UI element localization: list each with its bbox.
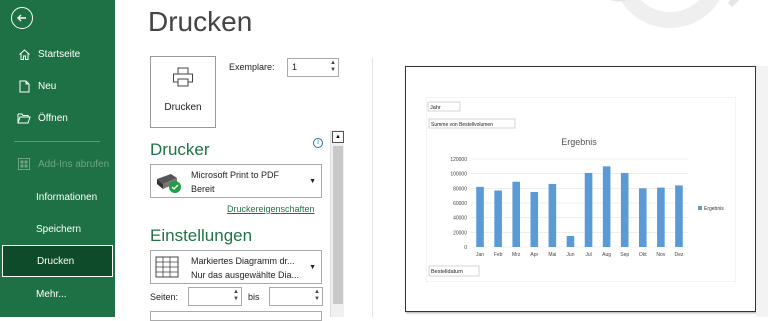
pages-label: Seiten:: [150, 292, 179, 302]
sidebar-item-oeffnen[interactable]: Öffnen: [0, 102, 115, 134]
y-tick-label: 80000: [453, 186, 467, 192]
sheet-grid-icon: [155, 256, 179, 278]
bar-aug: [602, 166, 611, 247]
sidebar-item-informationen[interactable]: Informationen: [0, 181, 115, 213]
value-field-button-label: Summe von Bestellvolumen: [431, 122, 493, 128]
sidebar-item-addins: Add-Ins abrufen: [0, 148, 115, 180]
pages-to-label: bis: [248, 292, 260, 302]
bar-okt: [638, 188, 647, 247]
new-document-icon: [16, 78, 32, 94]
settings-section-title: Einstellungen: [150, 226, 253, 245]
bar-mai: [548, 183, 557, 247]
bar-nov: [657, 187, 665, 247]
pages-to-input[interactable]: ▲ ▼: [269, 287, 323, 306]
settings-scrollbar[interactable]: ▲: [330, 130, 344, 317]
info-icon[interactable]: i: [313, 138, 323, 148]
y-tick-label: 40000: [453, 216, 467, 222]
sidebar-item-label: Drucken: [37, 255, 75, 267]
printer-name: Microsoft Print to PDF: [191, 170, 280, 180]
panel-divider: [372, 58, 373, 317]
sidebar-item-label: Mehr...: [36, 288, 67, 300]
x-tick-label: Aug: [602, 252, 611, 258]
bar-sep: [620, 172, 629, 247]
sidebar-item-label: Add-Ins abrufen: [38, 158, 110, 170]
stepper-arrows-icon[interactable]: ▲ ▼: [330, 60, 336, 74]
addins-grid-icon: [16, 156, 32, 172]
sidebar-separator: [14, 141, 100, 142]
sidebar-item-label: Öffnen: [38, 112, 68, 124]
print-what-line2: Nur das ausgewählte Dia...: [191, 270, 300, 280]
filter-button-jahr-label: Jahr: [430, 105, 441, 111]
sidebar-item-neu[interactable]: Neu: [0, 70, 115, 102]
printer-ready-icon: [157, 174, 181, 193]
print-what-line1: Markiertes Diagramm dr...: [191, 256, 295, 266]
back-arrow-icon[interactable]: [11, 7, 33, 29]
printer-section-title: Drucker: [150, 140, 210, 159]
sidebar-item-speichern[interactable]: Speichern: [0, 213, 115, 245]
sidebar-item-label: Startseite: [38, 48, 81, 60]
collation-select[interactable]: [150, 311, 322, 321]
x-tick-label: Mrz: [512, 252, 521, 258]
x-tick-label: Jun: [566, 252, 574, 258]
bar-jan: [476, 186, 484, 247]
legend-swatch: [698, 206, 702, 210]
y-tick-label: 120000: [450, 157, 467, 163]
home-icon: [16, 46, 32, 62]
sidebar-item-startseite[interactable]: Startseite: [0, 38, 115, 70]
sidebar-item-label: Neu: [38, 80, 57, 92]
x-tick-label: Apr: [530, 252, 538, 258]
x-tick-label: Jul: [585, 252, 591, 258]
chevron-down-icon: ▼: [309, 178, 316, 185]
header-decoration: [610, 0, 740, 28]
legend-label: Ergebnis: [704, 206, 724, 212]
y-tick-label: 60000: [453, 201, 467, 207]
pivot-chart: Jahr Summe von Bestellvolumen Ergebnis 0…: [426, 97, 736, 282]
x-tick-label: Okt: [639, 252, 647, 258]
bar-dez: [675, 185, 683, 247]
x-tick-label: Mai: [548, 252, 556, 258]
print-preview-page: Jahr Summe von Bestellvolumen Ergebnis 0…: [405, 66, 756, 312]
copies-stepper[interactable]: 1 ▲ ▼: [287, 58, 339, 77]
bar-jun: [566, 236, 575, 247]
print-button[interactable]: Drucken: [150, 56, 216, 128]
scroll-up-icon[interactable]: ▲: [332, 131, 344, 143]
copies-value: 1: [292, 62, 298, 72]
stepper-arrows-icon[interactable]: ▲ ▼: [233, 289, 239, 303]
bar-jul: [584, 172, 593, 247]
printer-status: Bereit: [191, 184, 215, 194]
chart-title: Ergebnis: [561, 137, 597, 147]
folder-open-icon: [16, 110, 32, 126]
stepper-arrows-icon[interactable]: ▲ ▼: [314, 289, 320, 303]
bar-mrz: [512, 181, 521, 247]
page-title: Drucken: [148, 6, 253, 37]
bar-feb: [494, 190, 502, 247]
y-tick-label: 0: [464, 245, 467, 251]
print-button-label: Drucken: [164, 102, 202, 113]
x-tick-label: Nov: [656, 252, 665, 258]
y-tick-label: 100000: [450, 172, 467, 178]
copies-label: Exemplare:: [229, 62, 275, 72]
sidebar-item-drucken[interactable]: Drucken: [2, 245, 113, 277]
backstage-sidebar: Startseite Neu Öffnen Add-Ins abrufen In…: [0, 0, 115, 317]
sidebar-item-label: Informationen: [36, 191, 98, 203]
preview-scroll-area: [756, 66, 768, 317]
sidebar-item-mehr[interactable]: Mehr...: [0, 278, 115, 310]
scrollbar-thumb[interactable]: [333, 146, 343, 304]
bar-apr: [530, 192, 539, 247]
printer-icon: [173, 67, 193, 87]
sidebar-item-label: Speichern: [36, 223, 82, 235]
printer-select[interactable]: Microsoft Print to PDF Bereit ▼: [150, 164, 322, 198]
x-tick-label: Jan: [476, 252, 484, 258]
x-tick-label: Feb: [494, 252, 503, 258]
printer-properties-link[interactable]: Druckereigenschaften: [227, 204, 315, 214]
pages-from-input[interactable]: ▲ ▼: [188, 287, 242, 306]
chevron-down-icon: ▼: [309, 264, 316, 271]
x-tick-label: Dez: [675, 252, 684, 258]
y-tick-label: 20000: [453, 230, 467, 236]
axis-field-button-label: Bestelldatum: [431, 269, 463, 275]
print-what-select[interactable]: Markiertes Diagramm dr... Nur das ausgew…: [150, 250, 322, 284]
x-tick-label: Sep: [620, 252, 629, 258]
